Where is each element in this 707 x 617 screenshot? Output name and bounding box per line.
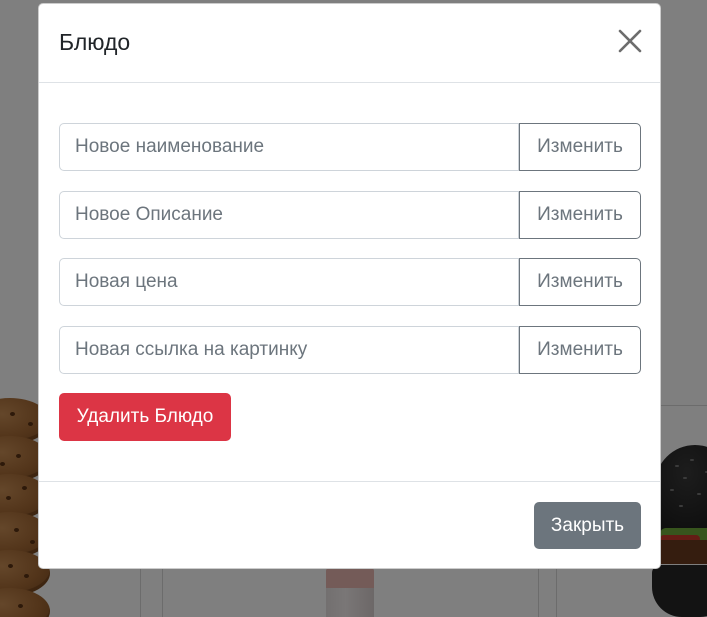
image-link-input-group: Изменить <box>59 326 641 374</box>
new-image-link-input[interactable] <box>59 326 519 374</box>
name-input-group: Изменить <box>59 123 641 171</box>
modal-header: Блюдо <box>39 4 660 83</box>
change-image-link-button[interactable]: Изменить <box>519 326 641 374</box>
price-input-group: Изменить <box>59 258 641 306</box>
page: Блюдо Изменить Изменить <box>0 0 707 617</box>
new-name-input[interactable] <box>59 123 519 171</box>
delete-dish-button[interactable]: Удалить Блюдо <box>59 393 231 441</box>
modal-footer: Закрыть <box>39 481 660 569</box>
new-price-input[interactable] <box>59 258 519 306</box>
new-description-input[interactable] <box>59 191 519 239</box>
close-x-button[interactable] <box>615 26 645 56</box>
change-price-button[interactable]: Изменить <box>519 258 641 306</box>
close-icon <box>615 26 645 56</box>
modal-title: Блюдо <box>59 29 131 55</box>
close-button[interactable]: Закрыть <box>534 502 641 549</box>
description-input-group: Изменить <box>59 191 641 239</box>
change-name-button[interactable]: Изменить <box>519 123 641 171</box>
modal-body: Изменить Изменить Изменить Изменить Удал… <box>39 83 660 481</box>
change-description-button[interactable]: Изменить <box>519 191 641 239</box>
dish-modal: Блюдо Изменить Изменить <box>38 3 661 569</box>
